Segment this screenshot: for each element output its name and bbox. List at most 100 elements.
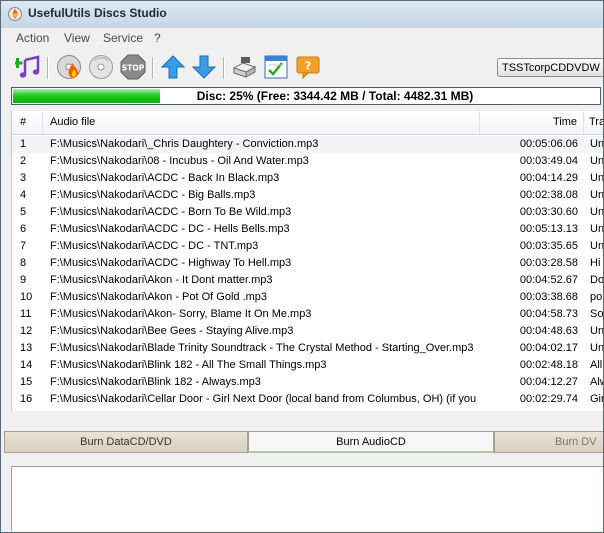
table-row[interactable]: 6 F:\Musics\Nakodari\ACDC - DC - Hells Be…	[12, 221, 604, 238]
help-icon[interactable]: ?	[295, 54, 321, 80]
track-number: 10	[20, 291, 33, 303]
track-file-path: F:\Musics\Nakodari\Blink 182 - All The S…	[50, 359, 327, 371]
track-title: Gir	[590, 393, 604, 405]
toolbar-separator	[223, 57, 225, 79]
move-down-icon[interactable]	[191, 54, 217, 80]
toolbar: STOP ? TSSTcorpCDDVDW	[1, 49, 603, 85]
table-row[interactable]: 2 F:\Musics\Nakodari\08 - Incubus - Oil A…	[12, 153, 603, 170]
track-file-path: F:\Musics\Nakodari\ACDC - Back In Black.…	[50, 172, 280, 184]
track-title: Un	[590, 189, 604, 201]
track-title: Un	[590, 325, 604, 337]
track-time: 00:02:29.74	[519, 393, 578, 405]
menu-action[interactable]: Action	[16, 31, 49, 45]
track-number: 1	[20, 138, 27, 150]
menu-view[interactable]: View	[64, 31, 90, 45]
tab-burn-audio[interactable]: Burn AudioCD	[248, 431, 494, 453]
tab-burn-data[interactable]: Burn DataCD/DVD	[4, 431, 248, 453]
column-divider	[479, 111, 480, 134]
track-number: 9	[20, 274, 27, 286]
track-time: 00:04:52.67	[519, 274, 578, 286]
drive-icon[interactable]	[231, 54, 257, 80]
table-row[interactable]: 9 F:\Musics\Nakodari\Akon - It Dont matte…	[12, 272, 604, 289]
track-time: 00:03:35.65	[519, 240, 578, 252]
track-title: Alw	[590, 376, 603, 388]
track-title: Un	[590, 240, 604, 252]
burn-settings-panel	[11, 466, 603, 531]
track-file-path: F:\Musics\Nakodari\08 - Incubus - Oil An…	[50, 155, 309, 167]
table-row[interactable]: 1 F:\Musics\Nakodari\_Chris Daughtery - C…	[12, 136, 603, 153]
track-file-path: F:\Musics\Nakodari\Blink 182 - Always.mp…	[50, 376, 261, 388]
drive-select[interactable]: TSSTcorpCDDVDW	[497, 58, 603, 77]
track-file-path: F:\Musics\Nakodari\_Chris Daughtery - Co…	[50, 138, 319, 150]
table-row[interactable]: 8 F:\Musics\Nakodari\ACDC - Highway To He…	[12, 255, 603, 272]
add-music-icon[interactable]	[15, 54, 41, 80]
menu-help[interactable]: ?	[154, 31, 161, 45]
menu-service[interactable]: Service	[103, 31, 143, 45]
track-time: 00:04:58.73	[519, 308, 578, 320]
track-file-path: F:\Musics\Nakodari\ACDC - Born To Be Wil…	[50, 206, 292, 218]
column-header-time[interactable]: Time	[553, 116, 577, 128]
table-row[interactable]: 3 F:\Musics\Nakodari\ACDC - Back In Black…	[12, 170, 604, 187]
table-row[interactable]: 5 F:\Musics\Nakodari\ACDC - Born To Be Wi…	[12, 204, 603, 221]
track-file-path: F:\Musics\Nakodari\Akon - Pot Of Gold .m…	[50, 291, 268, 303]
track-title: Un	[590, 223, 604, 235]
table-row[interactable]: 15 F:\Musics\Nakodari\Blink 182 - Always.…	[12, 374, 603, 391]
table-row[interactable]: 7 F:\Musics\Nakodari\ACDC - DC - TNT.mp3 0…	[12, 238, 604, 255]
title-bar: UsefulUtils Discs Studio	[1, 1, 603, 28]
svg-text:?: ?	[305, 60, 311, 73]
window-title: UsefulUtils Discs Studio	[28, 6, 167, 20]
app-logo-icon	[8, 7, 22, 21]
track-title: All	[590, 359, 603, 371]
track-file-path: F:\Musics\Nakodari\ACDC - DC - TNT.mp3	[50, 240, 259, 252]
burn-mode-tabs: Burn DataCD/DVD Burn AudioCD Burn DV	[1, 429, 603, 456]
move-up-icon[interactable]	[160, 54, 186, 80]
table-row[interactable]: 14 F:\Musics\Nakodari\Blink 182 - All The…	[12, 357, 603, 374]
track-title: Do	[590, 274, 604, 286]
erase-disc-icon[interactable]	[88, 54, 114, 80]
table-row[interactable]: 4 F:\Musics\Nakodari\ACDC - Big Balls.mp3…	[12, 187, 604, 204]
track-number: 3	[20, 172, 27, 184]
table-row[interactable]: 16 F:\Musics\Nakodari\Cellar Door - Girl …	[12, 391, 604, 408]
table-row[interactable]: 13 F:\Musics\Nakodari\Blade Trinity Sound…	[12, 340, 603, 357]
column-divider	[583, 111, 584, 134]
disc-usage-text: Disc: 25% (Free: 3344.42 MB / Total: 448…	[196, 89, 474, 103]
track-number: 15	[20, 376, 33, 388]
track-time: 00:04:02.17	[519, 342, 578, 354]
track-title: Un	[590, 172, 604, 184]
track-number: 8	[20, 257, 27, 269]
track-file-path: F:\Musics\Nakodari\Akon - It Dont matter…	[50, 274, 273, 286]
burn-icon[interactable]	[56, 54, 82, 80]
column-header-track[interactable]: Tra	[589, 116, 603, 128]
track-title: So	[590, 308, 604, 320]
table-row[interactable]: 11 F:\Musics\Nakodari\Akon- Sorry, Blame …	[12, 306, 604, 323]
toolbar-separator	[152, 57, 154, 79]
track-file-path: F:\Musics\Nakodari\Bee Gees - Staying Al…	[50, 325, 294, 337]
track-time: 00:05:06.06	[519, 138, 578, 150]
track-number: 6	[20, 223, 27, 235]
menu-bar: Action View Service ?	[1, 28, 603, 48]
disc-usage-bar: Disc: 25% (Free: 3344.42 MB / Total: 448…	[11, 87, 601, 105]
track-file-path: F:\Musics\Nakodari\ACDC - DC - Hells Bel…	[50, 223, 290, 235]
app-window: UsefulUtils Discs Studio Action View Ser…	[0, 0, 604, 533]
track-number: 7	[20, 240, 27, 252]
checklist-icon[interactable]	[263, 54, 289, 80]
track-number: 5	[20, 206, 27, 218]
table-row[interactable]: 10 F:\Musics\Nakodari\Akon - Pot Of Gold …	[12, 289, 603, 306]
track-time: 00:02:38.08	[519, 189, 578, 201]
tracklist[interactable]: # Audio file Time Tra 1 F:\Musics\Nakodar…	[11, 111, 604, 411]
track-number: 2	[20, 155, 27, 167]
track-number: 11	[20, 308, 32, 320]
column-header-number[interactable]: #	[20, 116, 26, 128]
column-header-audio-file[interactable]: Audio file	[50, 116, 95, 128]
track-file-path: F:\Musics\Nakodari\Akon- Sorry, Blame It…	[50, 308, 312, 320]
stop-icon[interactable]: STOP	[120, 54, 146, 80]
track-time: 00:03:30.60	[519, 206, 578, 218]
track-time: 00:04:14.29	[519, 172, 578, 184]
tab-burn-dvd[interactable]: Burn DV	[494, 431, 603, 453]
track-number: 4	[20, 189, 27, 201]
table-row[interactable]: 12 F:\Musics\Nakodari\Bee Gees - Staying …	[12, 323, 604, 340]
track-file-path: F:\Musics\Nakodari\Blade Trinity Soundtr…	[50, 342, 474, 354]
track-time: 00:03:38.68	[519, 291, 578, 303]
track-file-path: F:\Musics\Nakodari\Cellar Door - Girl Ne…	[50, 393, 476, 405]
column-divider	[42, 111, 43, 134]
